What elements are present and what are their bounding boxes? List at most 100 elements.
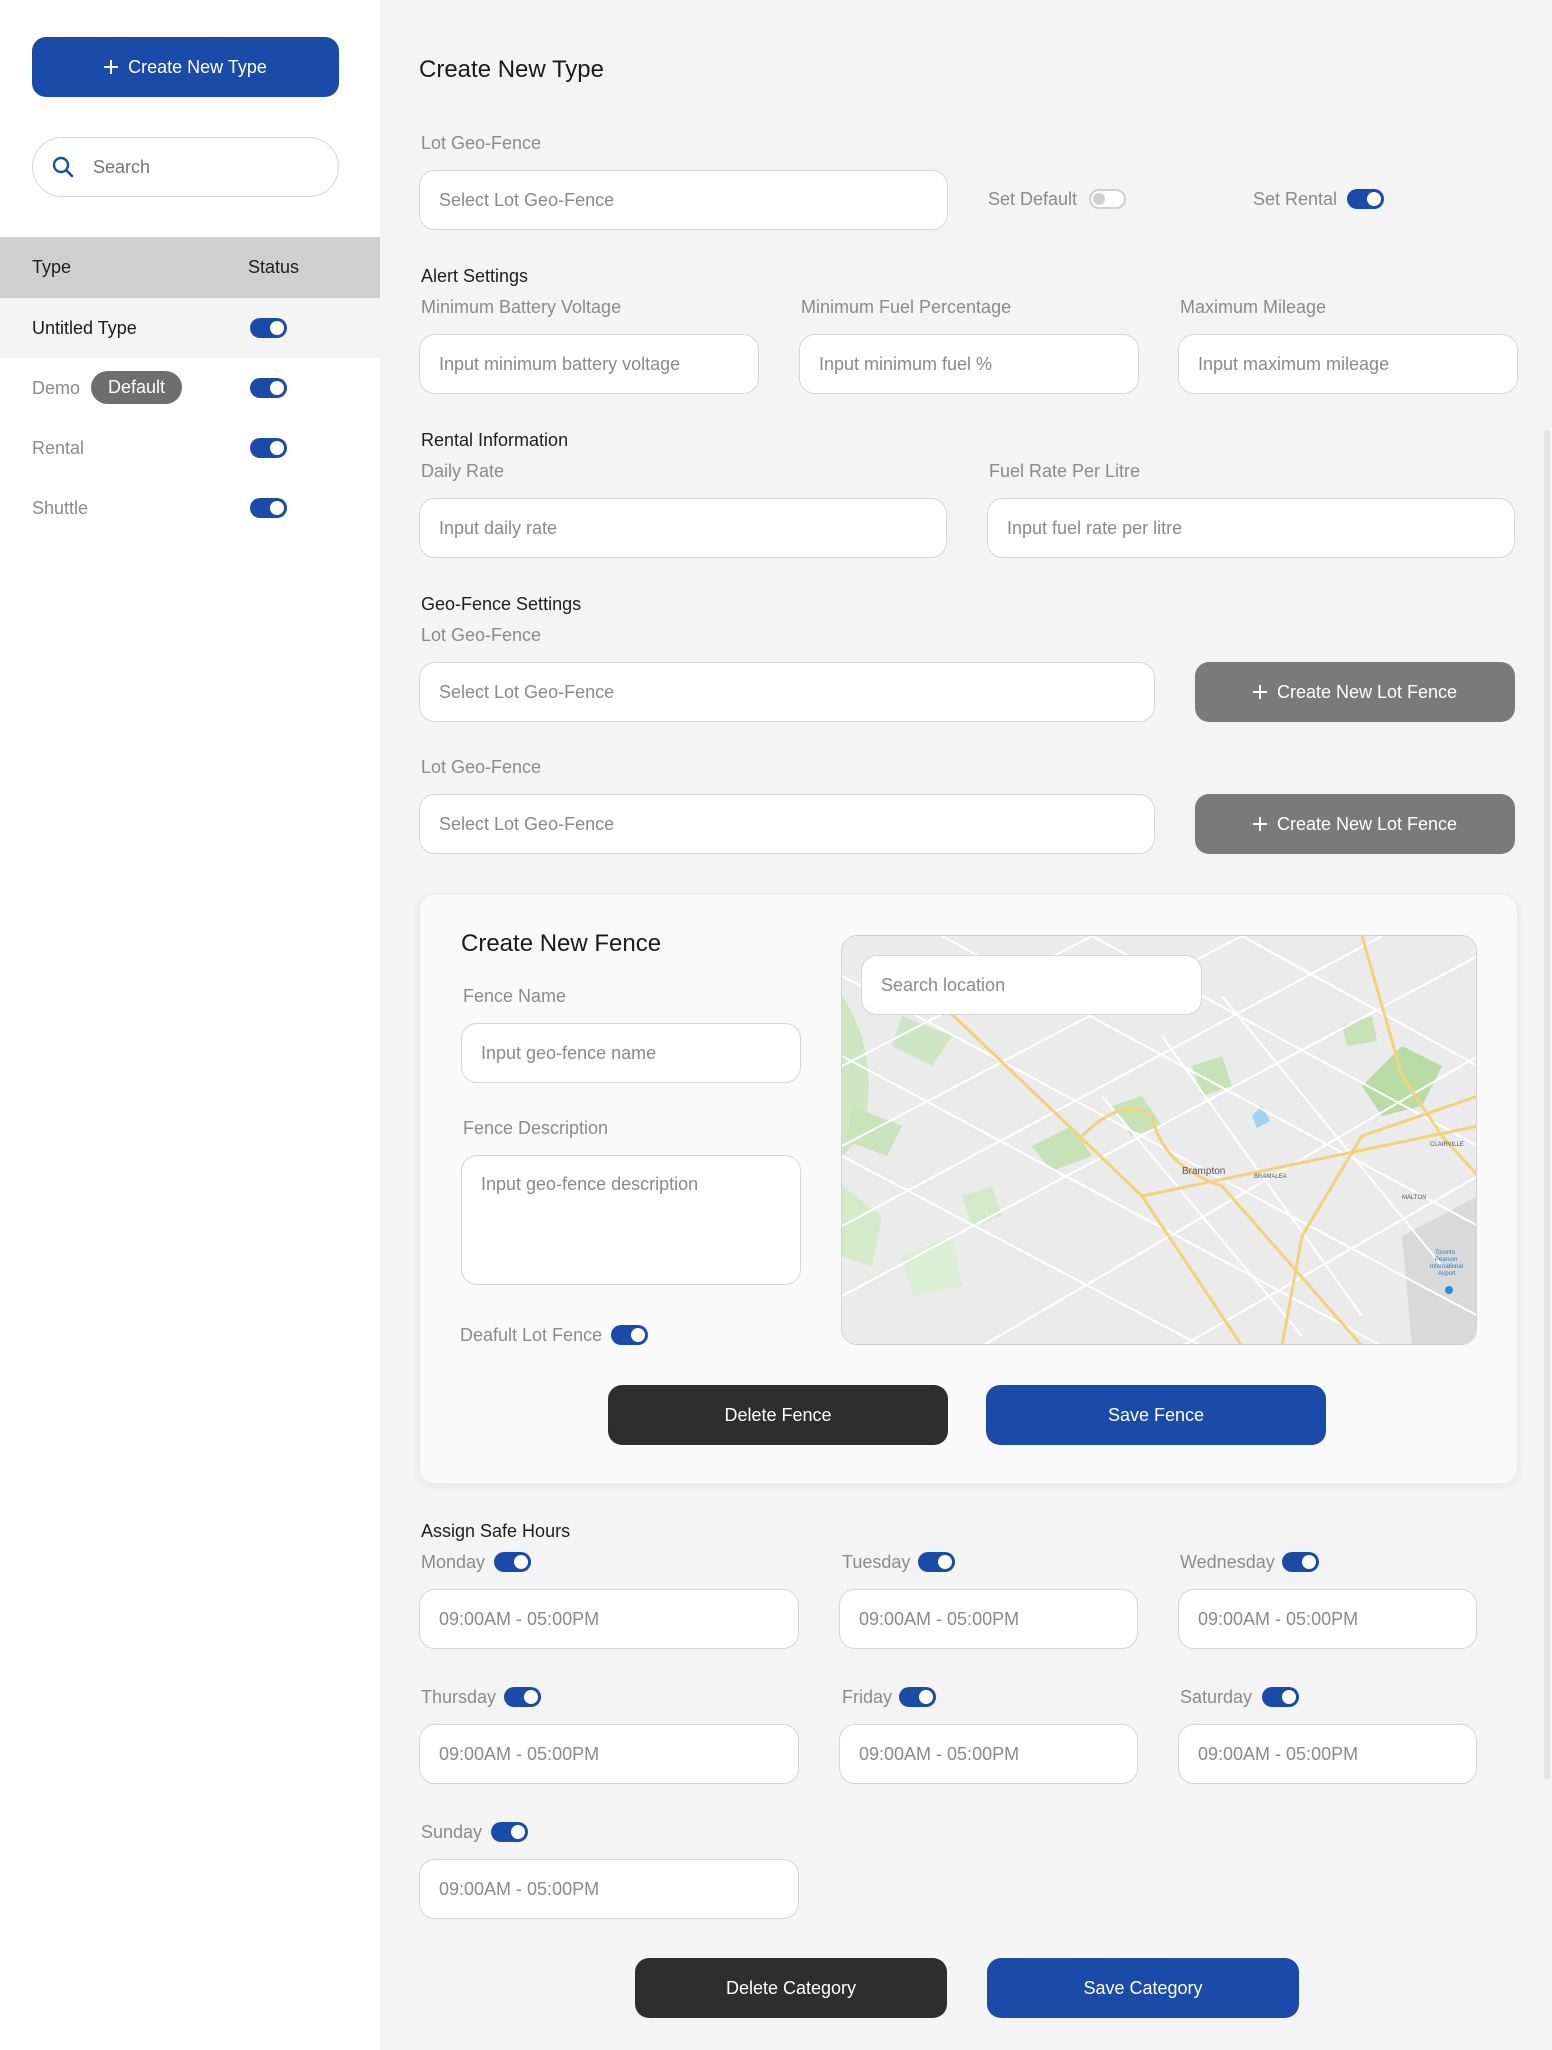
day-toggle-monday[interactable]	[494, 1552, 531, 1572]
status-toggle[interactable]	[250, 378, 287, 398]
search-input[interactable]	[93, 156, 313, 178]
geofence-row-label: Lot Geo-Fence	[421, 757, 542, 777]
map-search-placeholder: Search location	[881, 974, 1006, 995]
time-range-input[interactable]: 09:00AM - 05:00PM	[1178, 1589, 1477, 1649]
save-category-button[interactable]: Save Category	[987, 1958, 1299, 2018]
daily-rate-label: Daily Rate	[421, 461, 505, 481]
delete-fence-label: Delete Fence	[724, 1404, 832, 1425]
set-default-label: Set Default	[988, 189, 1078, 209]
day-label: Friday	[842, 1687, 893, 1707]
daily-rate-placeholder: Input daily rate	[439, 517, 558, 538]
time-range-value: 09:00AM - 05:00PM	[439, 1608, 600, 1629]
time-range-input[interactable]: 09:00AM - 05:00PM	[839, 1724, 1138, 1784]
type-row[interactable]: Demo Default	[0, 358, 380, 418]
scrollbar[interactable]	[1544, 430, 1550, 1780]
day-toggle-sunday[interactable]	[491, 1822, 528, 1842]
lot-geofence-placeholder: Select Lot Geo-Fence	[439, 189, 615, 210]
daily-rate-input[interactable]: Input daily rate	[419, 498, 947, 558]
save-fence-button[interactable]: Save Fence	[986, 1385, 1326, 1445]
time-range-value: 09:00AM - 05:00PM	[439, 1743, 600, 1764]
time-range-value: 09:00AM - 05:00PM	[859, 1743, 1020, 1764]
map-search-input[interactable]: Search location	[861, 955, 1202, 1015]
time-range-input[interactable]: 09:00AM - 05:00PM	[1178, 1724, 1477, 1784]
plus-icon	[104, 60, 119, 74]
page-title: Create New Type	[419, 56, 604, 83]
fuel-placeholder: Input minimum fuel %	[819, 353, 993, 374]
fuel-input[interactable]: Input minimum fuel %	[799, 334, 1139, 394]
save-category-label: Save Category	[1083, 1977, 1203, 1998]
set-default-toggle[interactable]	[1089, 189, 1126, 209]
create-new-type-button[interactable]: Create New Type	[32, 37, 339, 97]
column-header-type: Type	[32, 257, 72, 277]
geofence-placeholder: Select Lot Geo-Fence	[439, 813, 615, 834]
geofence-select[interactable]: Select Lot Geo-Fence	[419, 662, 1155, 722]
mileage-placeholder: Input maximum mileage	[1198, 353, 1390, 374]
plus-icon	[1252, 685, 1267, 699]
fence-description-textarea[interactable]: Input geo-fence description	[461, 1155, 801, 1285]
type-row[interactable]: Shuttle	[0, 478, 380, 538]
time-range-input[interactable]: 09:00AM - 05:00PM	[839, 1589, 1138, 1649]
type-row[interactable]: Rental	[0, 418, 380, 478]
time-range-value: 09:00AM - 05:00PM	[439, 1878, 600, 1899]
create-lot-fence-button[interactable]: Create New Lot Fence	[1195, 662, 1515, 722]
day-label: Monday	[421, 1552, 486, 1572]
time-range-value: 09:00AM - 05:00PM	[859, 1608, 1020, 1629]
set-rental-toggle[interactable]	[1347, 189, 1384, 209]
safe-hours-heading: Assign Safe Hours	[421, 1521, 571, 1541]
geofence-settings-heading: Geo-Fence Settings	[421, 594, 582, 614]
time-range-value: 09:00AM - 05:00PM	[1198, 1608, 1359, 1629]
geofence-row-label: Lot Geo-Fence	[421, 625, 542, 645]
time-range-input[interactable]: 09:00AM - 05:00PM	[419, 1589, 799, 1649]
alert-settings-heading: Alert Settings	[421, 266, 529, 286]
create-fence-card: Create New Fence Fence Name Input geo-fe…	[419, 894, 1518, 1484]
rental-info-heading: Rental Information	[421, 430, 569, 450]
status-toggle[interactable]	[250, 498, 287, 518]
svg-text:MALTON: MALTON	[1402, 1195, 1426, 1201]
svg-text:Airport: Airport	[1438, 1271, 1456, 1277]
type-row-label: Rental	[32, 438, 85, 458]
default-lot-fence-toggle[interactable]	[611, 1325, 648, 1345]
geofence-select[interactable]: Select Lot Geo-Fence	[419, 794, 1155, 854]
status-toggle[interactable]	[250, 438, 287, 458]
create-fence-title: Create New Fence	[461, 930, 662, 957]
delete-fence-button[interactable]: Delete Fence	[608, 1385, 948, 1445]
battery-input[interactable]: Input minimum battery voltage	[419, 334, 759, 394]
day-toggle-tuesday[interactable]	[918, 1552, 955, 1572]
svg-text:International: International	[1430, 1264, 1463, 1270]
fence-name-label: Fence Name	[463, 986, 567, 1006]
map[interactable]: Brampton BRAMALEA MALTON CLAIRVILLE Toro…	[841, 935, 1477, 1345]
mileage-input[interactable]: Input maximum mileage	[1178, 334, 1518, 394]
create-lot-fence-button[interactable]: Create New Lot Fence	[1195, 794, 1515, 854]
fence-description-label: Fence Description	[463, 1118, 609, 1138]
time-range-value: 09:00AM - 05:00PM	[1198, 1743, 1359, 1764]
lot-geofence-select[interactable]: Select Lot Geo-Fence	[419, 170, 948, 230]
day-label: Sunday	[421, 1822, 483, 1842]
delete-category-label: Delete Category	[725, 1977, 857, 1998]
type-row[interactable]: Untitled Type	[0, 298, 380, 358]
day-toggle-friday[interactable]	[899, 1687, 936, 1707]
sidebar: Create New Type Type Status Untitled Typ…	[0, 0, 380, 2050]
fence-name-input[interactable]: Input geo-fence name	[461, 1023, 801, 1083]
time-range-input[interactable]: 09:00AM - 05:00PM	[419, 1859, 799, 1919]
create-lot-fence-label: Create New Lot Fence	[1276, 681, 1458, 702]
create-lot-fence-label: Create New Lot Fence	[1276, 813, 1458, 834]
save-fence-label: Save Fence	[1107, 1404, 1205, 1425]
day-toggle-wednesday[interactable]	[1282, 1552, 1319, 1572]
default-badge: Default	[91, 371, 183, 404]
set-rental-label: Set Rental	[1253, 189, 1338, 209]
status-toggle[interactable]	[250, 318, 287, 338]
battery-placeholder: Input minimum battery voltage	[439, 353, 681, 374]
fuel-rate-label: Fuel Rate Per Litre	[989, 461, 1141, 481]
fence-description-placeholder: Input geo-fence description	[481, 1174, 699, 1194]
day-toggle-saturday[interactable]	[1262, 1687, 1299, 1707]
day-toggle-thursday[interactable]	[504, 1687, 541, 1707]
fence-name-placeholder: Input geo-fence name	[481, 1042, 657, 1063]
create-new-type-label: Create New Type	[128, 56, 267, 77]
type-row-label: Demo	[32, 378, 81, 398]
time-range-input[interactable]: 09:00AM - 05:00PM	[419, 1724, 799, 1784]
day-label: Tuesday	[842, 1552, 911, 1572]
fuel-rate-input[interactable]: Input fuel rate per litre	[987, 498, 1515, 558]
search-box[interactable]	[32, 137, 339, 197]
delete-category-button[interactable]: Delete Category	[635, 1958, 947, 2018]
plus-icon	[1252, 817, 1267, 831]
